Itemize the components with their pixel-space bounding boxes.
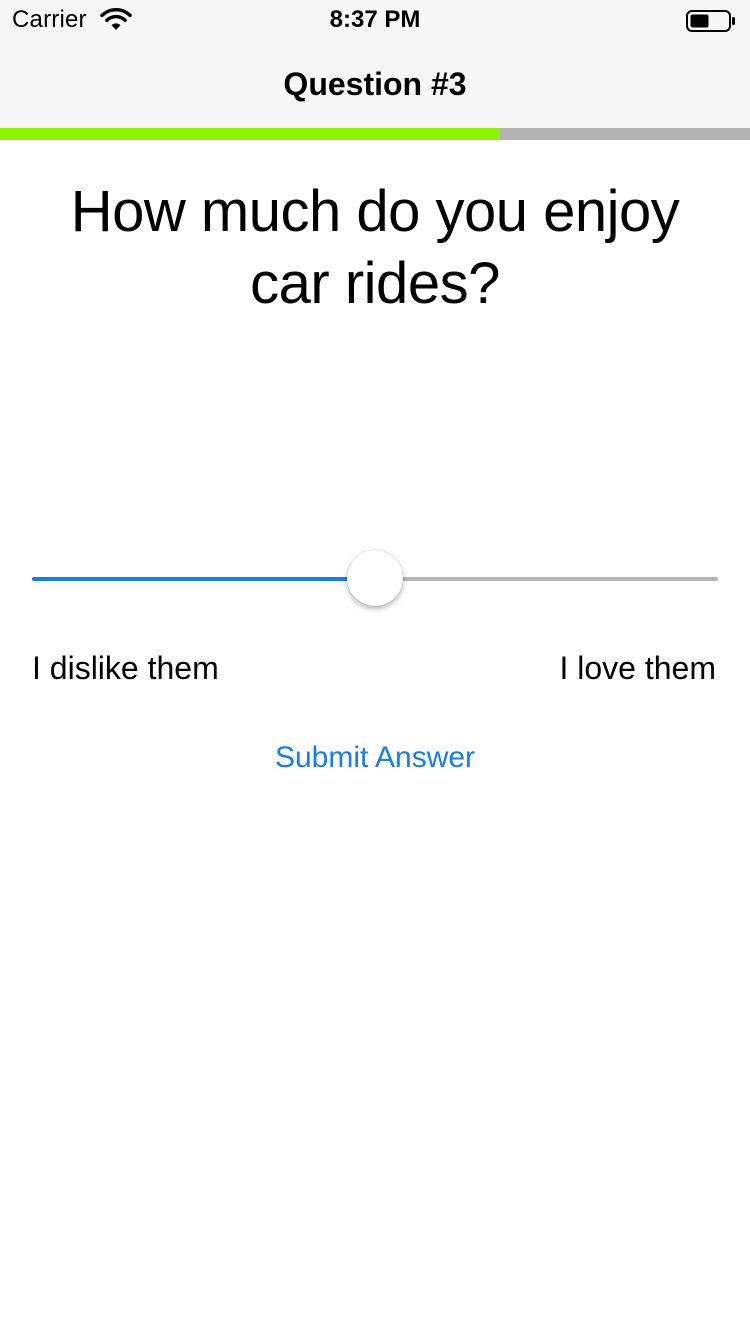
question-progress-fill (0, 128, 501, 140)
slider-thumb[interactable] (347, 550, 403, 606)
status-bar: Carrier 8:37 PM (0, 0, 750, 40)
submit-answer-button[interactable]: Submit Answer (0, 738, 750, 778)
slider-max-label: I love them (559, 650, 716, 686)
slider-fill (32, 577, 375, 581)
screen: Carrier 8:37 PM Question #3 How much do … (0, 0, 750, 1334)
top-chrome: Carrier 8:37 PM Question #3 (0, 0, 750, 128)
battery-icon (686, 10, 735, 32)
page-title: Question #3 (283, 66, 467, 102)
question-text: How much do you enjoy car rides? (70, 179, 680, 316)
status-time: 8:37 PM (329, 6, 421, 33)
rating-slider[interactable] (32, 548, 718, 608)
question-progress-bar (0, 128, 750, 140)
slider-min-label: I dislike them (32, 650, 219, 686)
navigation-bar: Question #3 (0, 40, 750, 128)
